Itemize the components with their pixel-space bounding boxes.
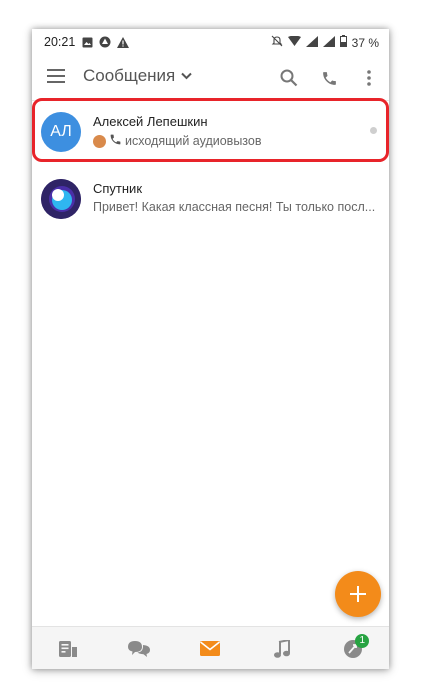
menu-icon[interactable] — [47, 69, 65, 85]
sender-avatar — [93, 134, 106, 148]
battery-icon — [339, 35, 347, 50]
avatar-initials: АЛ — [50, 123, 72, 140]
notification-badge: 1 — [355, 633, 370, 648]
status-right-icons: 37 % — [271, 35, 379, 50]
page-title: Сообщения — [83, 66, 176, 85]
discussions-icon — [128, 640, 151, 657]
music-icon — [273, 639, 290, 658]
sputnik-logo-icon — [41, 179, 81, 219]
drive-icon — [99, 36, 111, 51]
wifi-icon — [287, 35, 301, 50]
chat-row[interactable]: Спутник Привет! Какая классная песня! Ты… — [32, 168, 389, 235]
more-icon[interactable] — [359, 68, 379, 88]
nav-messages[interactable] — [190, 634, 230, 664]
bottom-navigation: 1 — [32, 626, 389, 669]
image-icon — [82, 37, 93, 51]
new-message-button[interactable] — [335, 571, 381, 617]
nav-discussions[interactable] — [119, 634, 159, 664]
feed-icon — [58, 640, 77, 657]
phone-screen: 20:21 37 % Сообщения АЛ Алексей Лепешкин… — [32, 29, 389, 669]
chat-list: АЛ Алексей Лепешкин исходящий аудиовызов — [32, 101, 389, 235]
nav-music[interactable] — [262, 634, 302, 664]
signal-icon — [305, 35, 318, 50]
chat-message-text: исходящий аудиовызов — [125, 134, 262, 148]
status-left-icons — [82, 36, 129, 51]
avatar: АЛ — [41, 112, 81, 152]
search-icon[interactable] — [279, 68, 299, 88]
chat-last-message: исходящий аудиовызов — [93, 133, 383, 149]
app-toolbar: Сообщения — [32, 56, 389, 100]
chevron-down-icon — [181, 67, 192, 85]
status-bar: 20:21 37 % — [32, 29, 389, 56]
signal-icon — [322, 35, 335, 50]
battery-percent: 37 % — [351, 35, 379, 50]
status-dot — [370, 127, 377, 134]
nav-feed[interactable] — [48, 634, 88, 664]
chat-message-text: Привет! Какая классная песня! Ты только … — [93, 200, 376, 214]
phone-icon — [109, 133, 122, 149]
messages-icon — [200, 641, 221, 656]
avatar — [41, 179, 81, 219]
toolbar-actions — [279, 68, 379, 88]
chat-name: Алексей Лепешкин — [93, 114, 208, 129]
status-time: 20:21 — [44, 35, 76, 49]
chat-name: Спутник — [93, 181, 143, 196]
warning-icon — [117, 36, 129, 51]
chat-last-message: Привет! Какая классная песня! Ты только … — [93, 200, 383, 214]
nav-notifications[interactable]: 1 — [333, 633, 373, 664]
plus-icon — [350, 586, 366, 602]
phone-icon[interactable] — [319, 68, 339, 88]
chat-row[interactable]: АЛ Алексей Лепешкин исходящий аудиовызов — [32, 101, 389, 168]
mute-icon — [271, 35, 283, 50]
title-dropdown[interactable]: Сообщения — [83, 66, 192, 86]
